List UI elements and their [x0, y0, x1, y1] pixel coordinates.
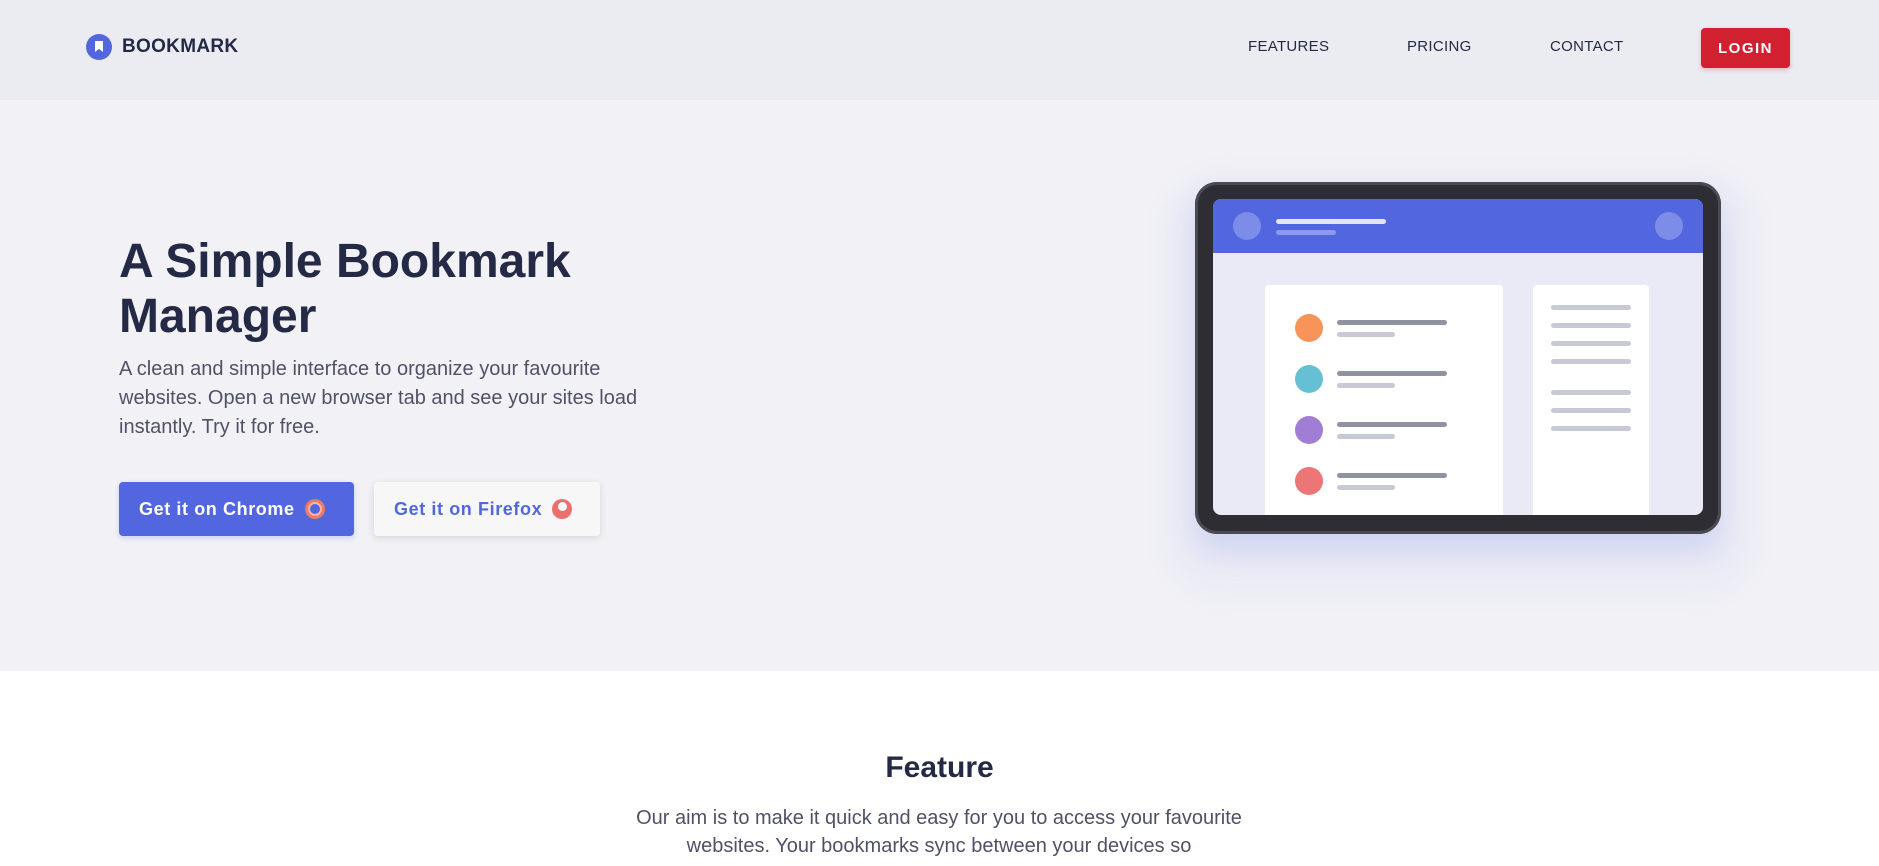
get-firefox-button[interactable]: Get it on Firefox [374, 482, 600, 536]
login-button[interactable]: LOGIN [1701, 28, 1790, 68]
screen-avatar-circle [1233, 212, 1261, 240]
list-dot-orange [1295, 314, 1323, 342]
nav-contact[interactable]: CONTACT [1550, 38, 1623, 55]
bookmark-logo-icon [86, 34, 112, 60]
sidebar-line [1551, 359, 1631, 364]
hero-description: A clean and simple interface to organize… [119, 358, 638, 438]
list-line [1337, 422, 1447, 427]
list-dot-teal [1295, 365, 1323, 393]
screen-subtitle-line [1276, 230, 1336, 235]
screen-menu-circle [1655, 212, 1683, 240]
list-subline [1337, 434, 1395, 439]
logo-text: BOOKMARK [122, 36, 239, 57]
bookmark-list-card [1265, 285, 1503, 515]
sidebar-line [1551, 305, 1631, 310]
nav-pricing[interactable]: PRICING [1407, 38, 1472, 55]
chrome-button-label: Get it on Chrome [139, 498, 295, 519]
hero-section: A Simple Bookmark Manager A clean and si… [0, 100, 1879, 671]
site-header: BOOKMARK FEATURES PRICING CONTACT LOGIN [0, 0, 1879, 100]
chrome-icon [304, 499, 325, 519]
screen-title-line [1276, 219, 1386, 224]
sidebar-line [1551, 390, 1631, 395]
list-subline [1337, 332, 1395, 337]
firefox-icon [552, 499, 573, 519]
sidebar-line [1551, 408, 1631, 413]
feature-section: Feature Our aim is to make it quick and … [0, 671, 1879, 866]
hero-title: A Simple Bookmark Manager [119, 235, 571, 343]
tablet-screen [1213, 199, 1703, 515]
sidebar-line [1551, 426, 1631, 431]
list-line [1337, 320, 1447, 325]
feature-description: Our aim is to make it quick and easy for… [636, 807, 1242, 857]
screen-header-bar [1213, 199, 1703, 253]
get-chrome-button[interactable]: Get it on Chrome [119, 482, 354, 536]
list-dot-red [1295, 467, 1323, 495]
sidebar-card [1533, 285, 1649, 515]
sidebar-line [1551, 341, 1631, 346]
list-subline [1337, 485, 1395, 490]
list-subline [1337, 383, 1395, 388]
logo[interactable]: BOOKMARK [86, 34, 238, 60]
feature-title: Feature [885, 751, 994, 784]
list-dot-purple [1295, 416, 1323, 444]
firefox-button-label: Get it on Firefox [394, 498, 543, 519]
tablet-illustration [1195, 182, 1721, 534]
sidebar-line [1551, 323, 1631, 328]
nav-features[interactable]: FEATURES [1248, 38, 1329, 55]
list-line [1337, 371, 1447, 376]
list-line [1337, 473, 1447, 478]
